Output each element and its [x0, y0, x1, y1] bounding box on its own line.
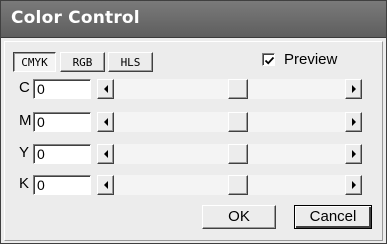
slider-thumb-m[interactable]	[228, 112, 248, 132]
scroll-right-button-c[interactable]	[345, 79, 362, 99]
slider-thumb-y[interactable]	[228, 144, 248, 164]
channel-value-field-c[interactable]: 0	[33, 79, 91, 99]
scroll-left-button-c[interactable]	[97, 79, 114, 99]
checkmark-icon	[264, 56, 275, 65]
channel-label-y: Y	[19, 144, 30, 161]
channel-slider-c[interactable]	[97, 79, 362, 99]
scroll-right-button-y[interactable]	[345, 144, 362, 164]
scroll-right-button-k[interactable]	[345, 175, 362, 195]
ok-button[interactable]: OK	[202, 205, 276, 229]
tab-rgb[interactable]: RGB	[60, 52, 105, 72]
channel-label-k: K	[19, 175, 30, 192]
left-arrow-icon	[104, 118, 108, 126]
channel-slider-y[interactable]	[97, 144, 362, 164]
channel-label-c: C	[19, 79, 30, 96]
scroll-left-button-m[interactable]	[97, 112, 114, 132]
scroll-left-button-k[interactable]	[97, 175, 114, 195]
channel-label-m: M	[19, 112, 32, 129]
channel-slider-m[interactable]	[97, 112, 362, 132]
preview-checkbox[interactable]	[262, 53, 275, 66]
right-arrow-icon	[352, 150, 356, 158]
right-arrow-icon	[352, 85, 356, 93]
channel-value-field-m[interactable]: 0	[33, 112, 91, 132]
tab-hls[interactable]: HLS	[108, 52, 153, 72]
slider-thumb-c[interactable]	[228, 79, 248, 99]
channel-value-field-y[interactable]: 0	[33, 144, 91, 164]
channel-value-field-k[interactable]: 0	[33, 175, 91, 195]
scroll-left-button-y[interactable]	[97, 144, 114, 164]
right-arrow-icon	[352, 181, 356, 189]
tab-cmyk[interactable]: CMYK	[13, 52, 56, 72]
cancel-button[interactable]: Cancel	[294, 205, 372, 229]
scroll-right-button-m[interactable]	[345, 112, 362, 132]
slider-thumb-k[interactable]	[228, 175, 248, 195]
right-arrow-icon	[352, 118, 356, 126]
left-arrow-icon	[104, 181, 108, 189]
window-title: Color Control	[11, 8, 140, 28]
title-bar[interactable]: Color Control	[1, 1, 386, 38]
preview-label: Preview	[284, 51, 338, 68]
left-arrow-icon	[104, 85, 108, 93]
channel-slider-k[interactable]	[97, 175, 362, 195]
left-arrow-icon	[104, 150, 108, 158]
